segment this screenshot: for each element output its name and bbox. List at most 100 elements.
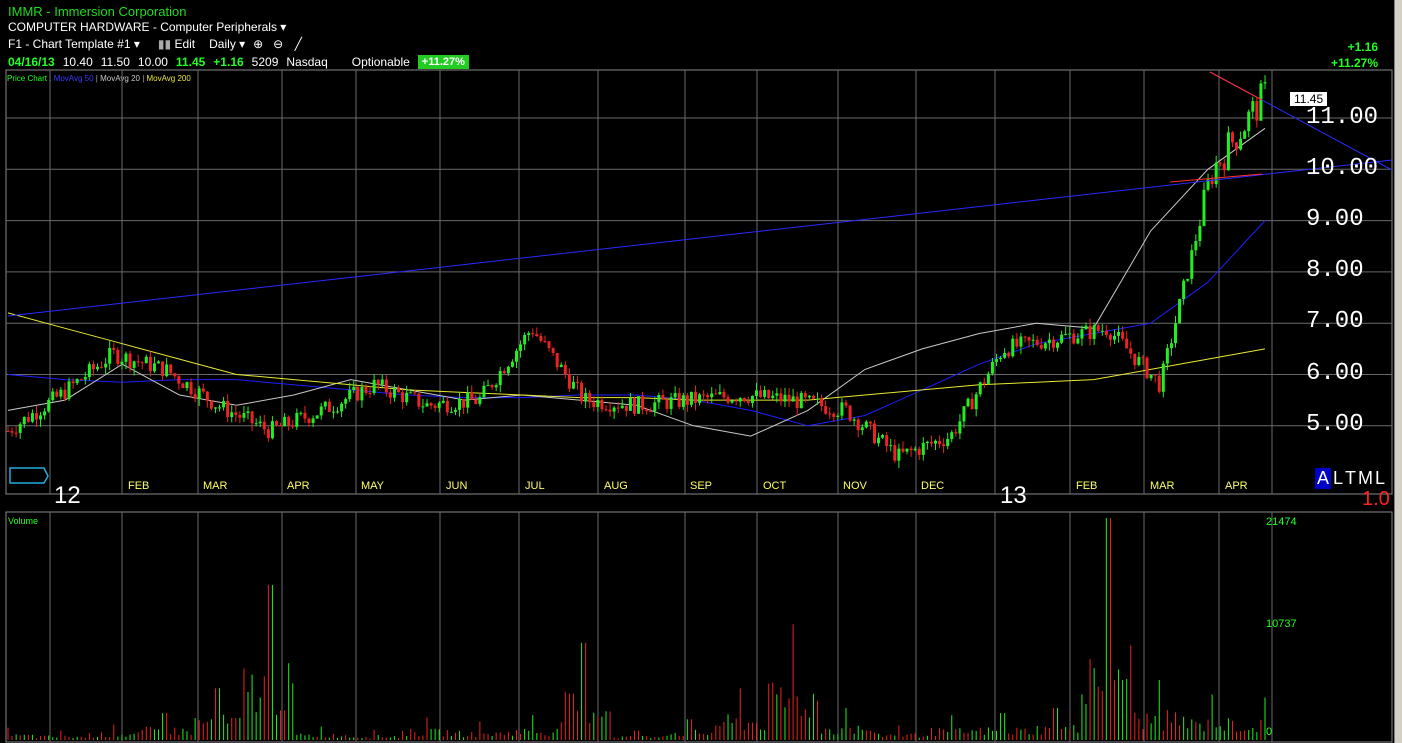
scale-button-m[interactable]: M [1358,468,1373,489]
candle-body [1121,332,1125,339]
candle-body [413,392,417,394]
candle-body [291,425,295,427]
candle-body [124,353,128,362]
candle-body [274,421,278,426]
candle-body [563,364,567,375]
candle-body [925,441,929,444]
candle-body [995,359,999,362]
candle-body [1190,250,1194,279]
moving-average-line [7,127,1266,437]
candle-body [319,406,323,416]
candle-body [205,391,209,401]
candle-body [710,393,714,398]
candle-body [299,412,303,414]
candle-body [555,352,559,368]
vertical-scrollbar[interactable] [1394,0,1402,743]
candle-body [885,435,889,447]
candle-body [1007,352,1011,357]
candle-body [132,361,136,368]
candle-body [128,353,132,368]
candle-body [1076,338,1080,344]
candle-body [1182,280,1186,299]
month-label: FEB [1076,480,1098,492]
scale-button-t[interactable]: T [1345,468,1356,489]
candle-body [1161,363,1165,392]
candle-body [1230,132,1234,143]
candle-body [868,421,872,424]
month-label: AUG [604,480,628,492]
candle-body [1039,344,1043,349]
candle-body [620,405,624,409]
candle-body [913,448,917,451]
scale-button-l2[interactable]: L [1375,468,1385,489]
month-label: OCT [763,480,787,492]
candle-body [356,386,360,401]
candle-body [1051,339,1055,348]
candle-body [474,399,478,404]
candle-body [262,421,266,430]
candle-body [1194,241,1198,251]
candle-body [864,421,868,428]
candle-body [189,382,193,395]
candle-body [921,443,925,455]
candle-body [608,409,612,412]
candle-body [79,379,83,381]
candle-body [746,401,750,403]
candle-body [1125,338,1129,349]
candle-body [881,435,885,438]
candle-body [246,411,250,414]
y-tick-label: 7.00 [1306,308,1364,335]
candle-body [938,440,942,445]
candle-body [22,416,26,425]
candle-body [1218,162,1222,164]
candle-body [755,390,759,396]
candle-body [718,391,722,395]
scale-button-l[interactable]: L [1333,468,1343,489]
candle-body [449,411,453,413]
candle-body [222,400,226,408]
candle-body [75,379,79,384]
candle-body [185,382,189,389]
candle-body [933,440,937,444]
candle-body [213,407,217,409]
y-tick-label: 8.00 [1306,257,1364,284]
candle-body [844,402,848,406]
candle-body [807,395,811,398]
candle-body [905,448,909,452]
candle-body [197,388,201,399]
candle-body [828,413,832,415]
price-chart [5,69,1393,743]
scale-button-a[interactable]: A [1315,468,1332,489]
candle-body [803,392,807,398]
candle-body [698,394,702,403]
candle-body [596,399,600,408]
candle-body [1214,162,1218,185]
candle-body [893,445,897,461]
candle-body [478,397,482,404]
candle-body [527,333,531,336]
candle-body [323,401,327,407]
chart-window: IMMR - Immersion Corporation COMPUTER HA… [0,0,1394,743]
year-label: 13 [1000,482,1027,509]
candle-body [445,400,449,413]
candle-body [1080,329,1084,339]
candle-body [136,361,140,363]
candle-body [331,411,335,413]
y-tick-label: 10.00 [1306,155,1379,182]
candle-body [649,411,653,413]
candle-body [628,398,632,411]
candle-body [1235,142,1239,150]
candle-body [852,419,856,421]
candle-body [1060,334,1064,343]
candle-body [1072,333,1076,344]
candle-body [1088,325,1092,339]
candle-body [1064,334,1068,336]
candle-body [820,398,824,407]
candle-body [482,385,486,398]
candle-body [307,418,311,424]
candle-body [6,430,10,432]
candle-body [165,364,169,377]
candle-body [917,448,921,455]
candle-body [978,382,982,395]
candle-body [795,396,799,409]
